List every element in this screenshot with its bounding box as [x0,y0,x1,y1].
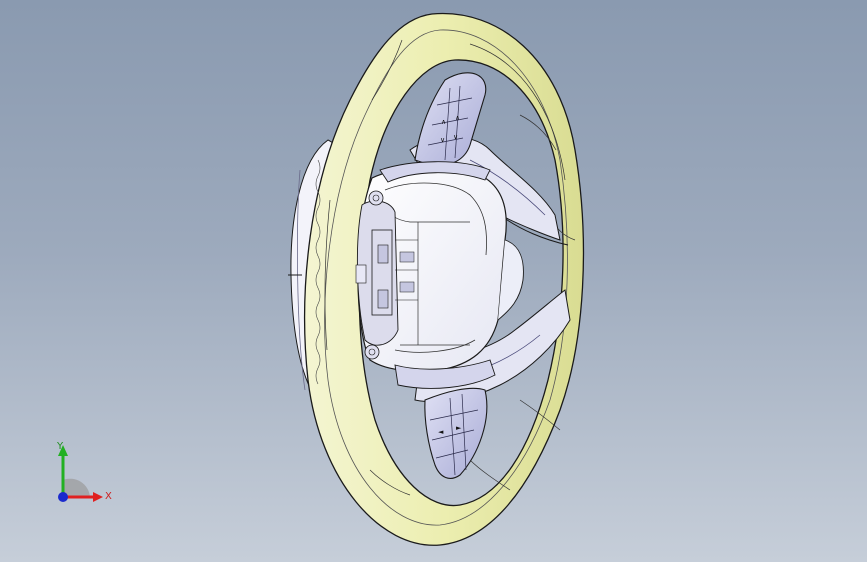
svg-text:∧: ∧ [441,118,446,126]
svg-text:◄: ◄ [438,428,444,436]
lower-button-pad[interactable]: ◄ ► [424,387,488,479]
y-axis-label: Y [57,441,64,452]
svg-text:∧: ∧ [455,114,460,122]
z-axis-dot [58,492,68,502]
svg-text:∨: ∨ [440,136,445,144]
coordinate-triad[interactable]: Y X [45,440,125,510]
svg-text:►: ► [456,424,462,432]
svg-text:∨: ∨ [453,133,458,141]
x-axis-label: X [105,491,112,502]
steering-wheel-model[interactable]: ∧ ∧ ∨ ∨ ◄ ► [0,0,867,562]
graphics-viewport[interactable]: ∧ ∧ ∨ ∨ ◄ ► Y X [0,0,867,562]
